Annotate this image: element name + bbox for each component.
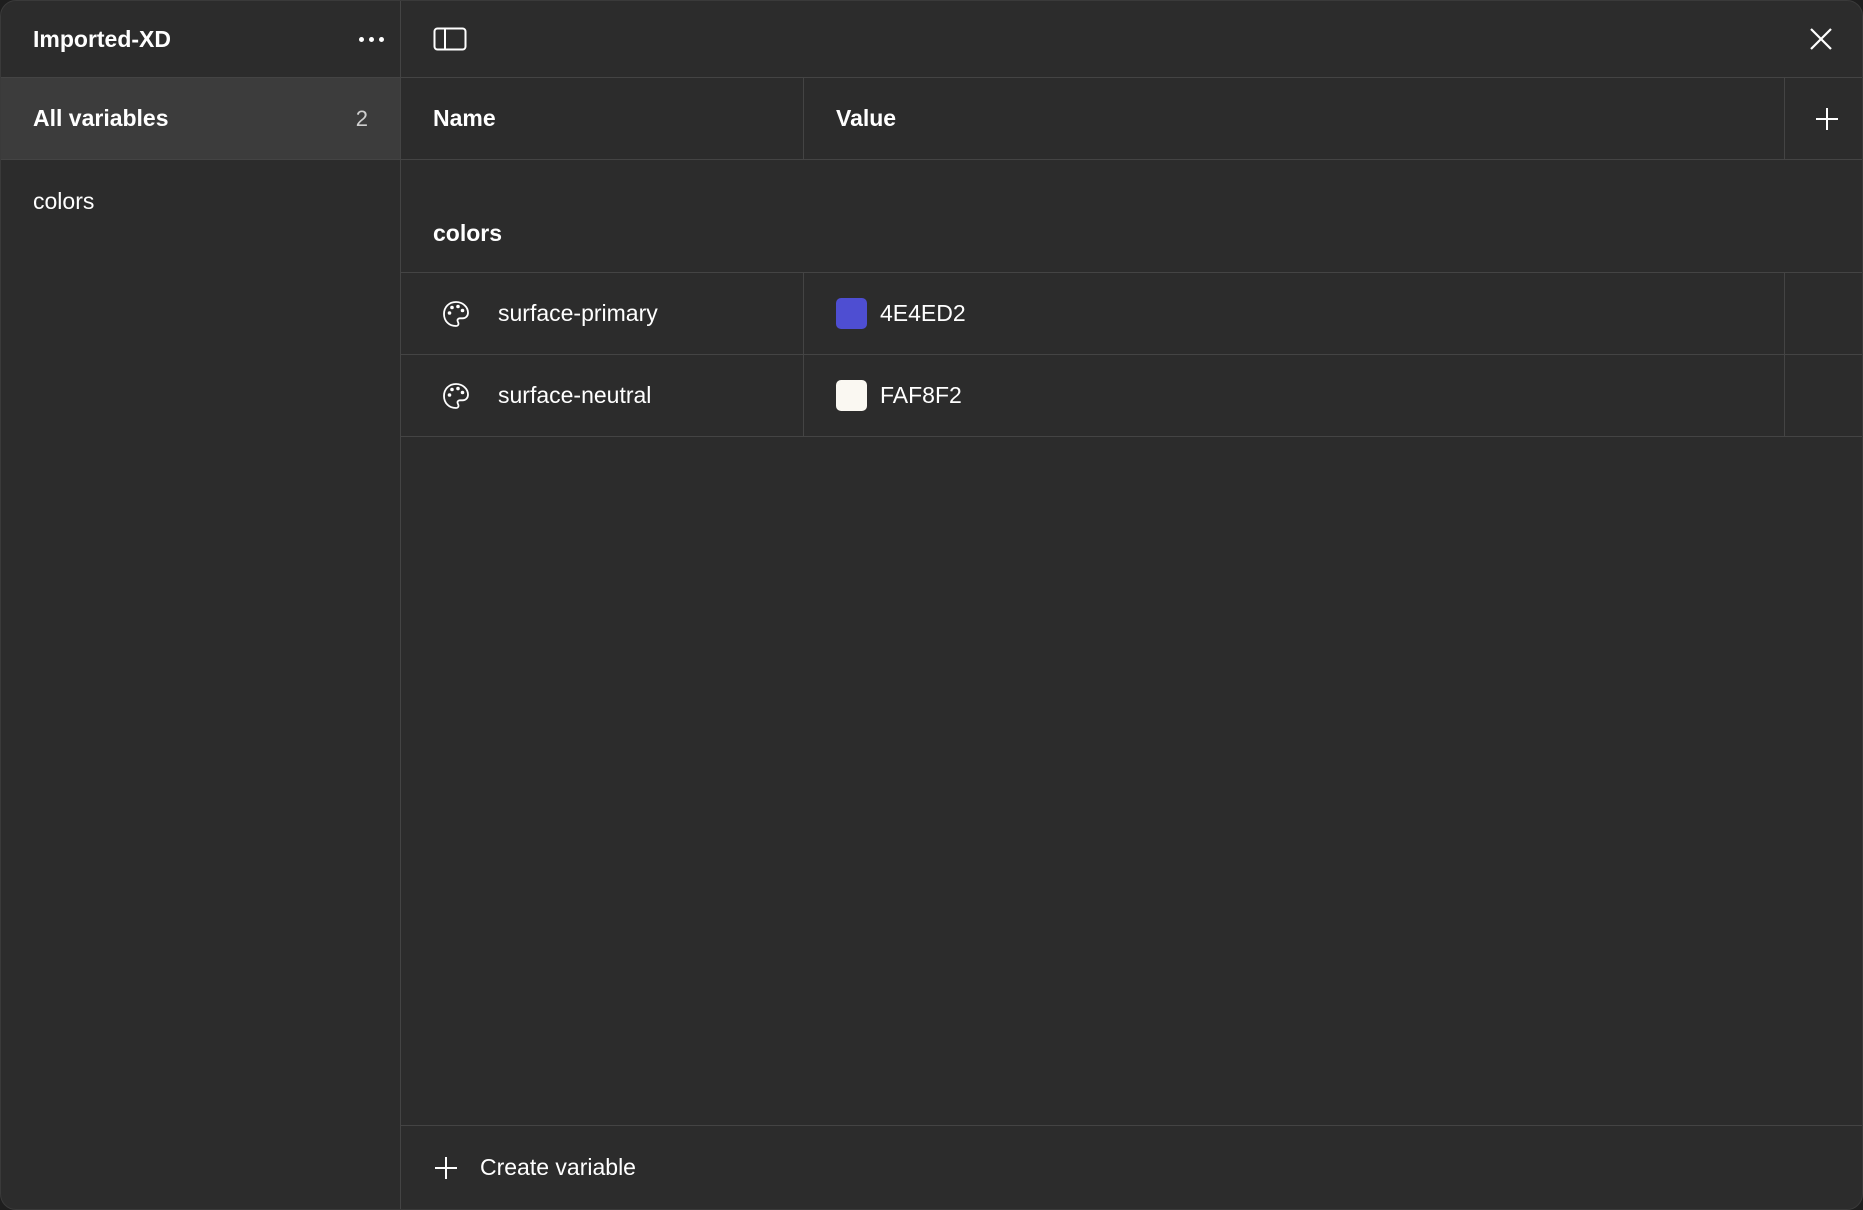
column-divider — [1784, 273, 1785, 354]
create-variable-label: Create variable — [480, 1154, 636, 1180]
variable-value[interactable]: 4E4ED2 — [880, 273, 966, 354]
table-row[interactable]: surface-primary 4E4ED2 — [401, 273, 1862, 355]
color-swatch[interactable] — [836, 380, 867, 411]
column-header-name: Name — [433, 105, 496, 131]
column-divider — [803, 273, 804, 354]
main-panel: Name Value colors surface-primary 4E4ED2 — [401, 1, 1862, 1209]
sidebar-item-label: colors — [33, 187, 95, 214]
palette-icon — [443, 301, 469, 327]
sidebar: Imported-XD All variables 2 colors — [1, 1, 401, 1209]
panel-toggle-icon[interactable] — [433, 25, 467, 53]
column-divider — [803, 78, 804, 159]
collection-title: Imported-XD — [33, 25, 171, 52]
table-row[interactable]: surface-neutral FAF8F2 — [401, 355, 1862, 437]
column-divider — [803, 355, 804, 436]
variable-count: 2 — [355, 105, 368, 131]
group-title: colors — [401, 160, 1862, 273]
column-divider — [1784, 355, 1785, 436]
sidebar-item-label: All variables — [33, 105, 169, 131]
create-variable-button[interactable]: Create variable — [401, 1125, 1862, 1209]
palette-icon — [443, 383, 469, 409]
color-swatch[interactable] — [836, 298, 867, 329]
plus-icon[interactable] — [1814, 106, 1840, 132]
close-icon[interactable] — [1807, 25, 1835, 53]
sidebar-item-all-variables[interactable]: All variables 2 — [1, 78, 400, 160]
sidebar-header: Imported-XD — [1, 1, 400, 78]
column-divider — [1784, 78, 1785, 159]
variables-window: Imported-XD All variables 2 colors Name … — [0, 0, 1863, 1210]
column-header-value: Value — [836, 105, 897, 131]
table-header: Name Value — [401, 78, 1862, 160]
sidebar-item-colors[interactable]: colors — [1, 160, 400, 242]
variable-value[interactable]: FAF8F2 — [880, 355, 962, 436]
more-icon[interactable] — [359, 27, 384, 52]
variable-name: surface-primary — [498, 300, 658, 326]
plus-icon — [435, 1156, 457, 1179]
top-bar — [401, 1, 1862, 78]
variable-name: surface-neutral — [498, 382, 652, 408]
